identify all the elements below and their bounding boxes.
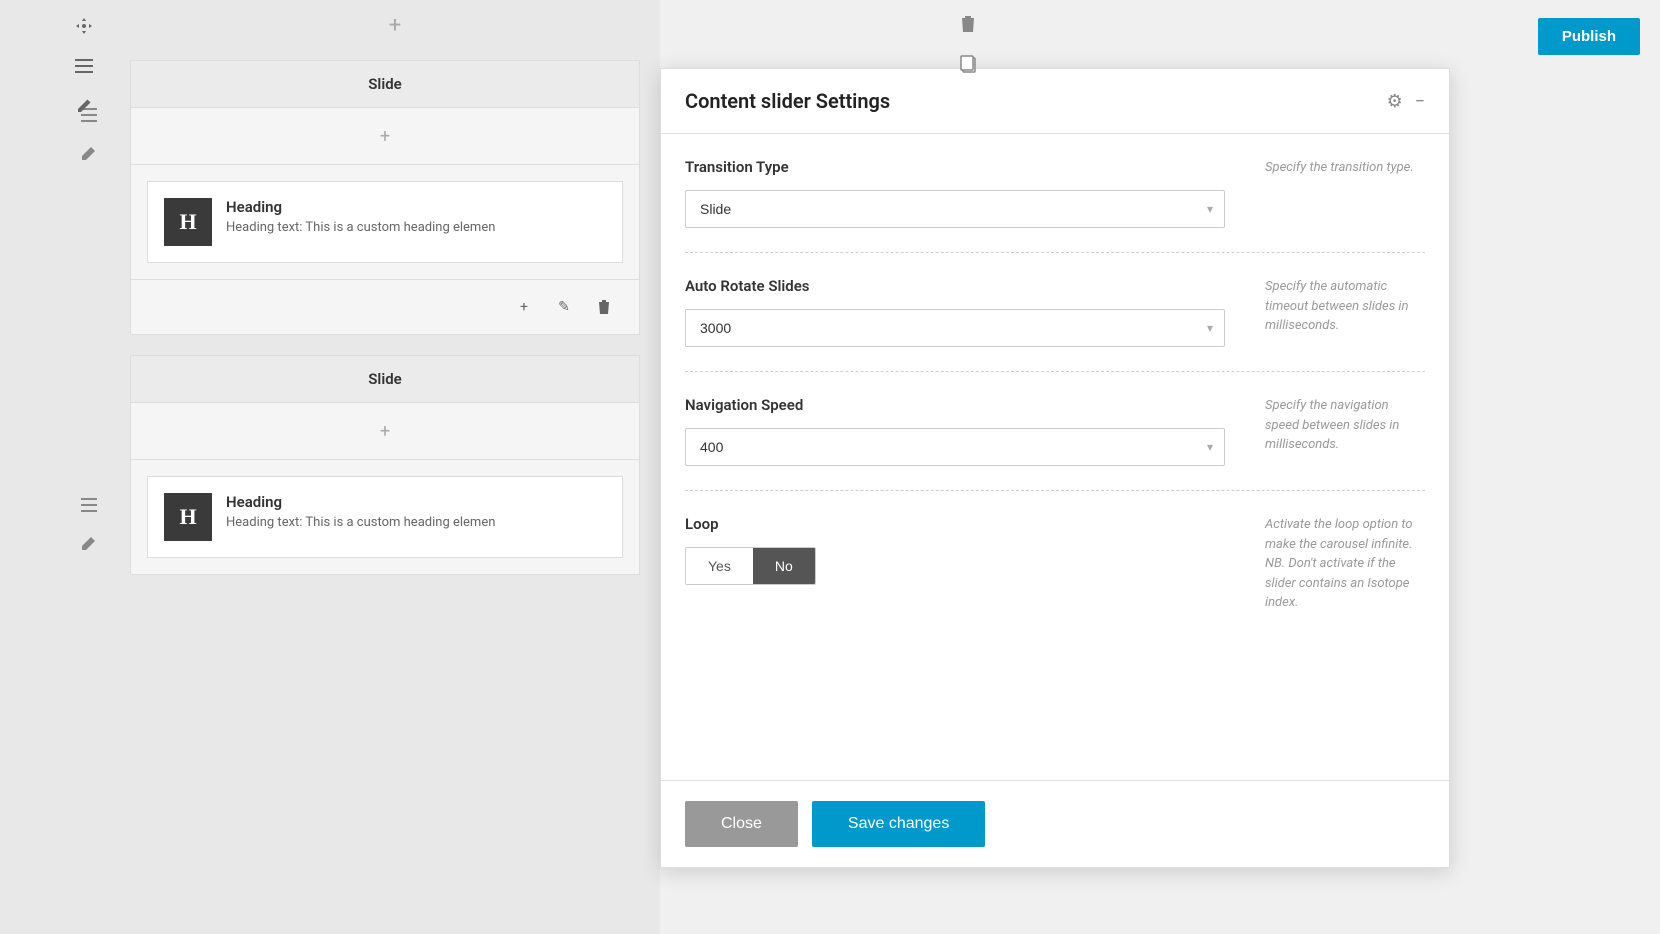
- settings-minimize-icon[interactable]: −: [1415, 91, 1425, 112]
- settings-header-icons: ⚙ −: [1387, 91, 1425, 112]
- slide-1-heading-block: H Heading Heading text: This is a custom…: [147, 181, 623, 263]
- slide-1-add-button[interactable]: +: [369, 120, 401, 152]
- settings-panel: Content slider Settings ⚙ − Transition T…: [660, 68, 1450, 868]
- transition-type-label: Transition Type: [685, 158, 1245, 176]
- close-button[interactable]: Close: [685, 801, 798, 847]
- transition-type-dropdown-wrapper: Slide Fade None ▾: [685, 190, 1225, 228]
- loop-yes-button[interactable]: Yes: [686, 548, 753, 584]
- settings-body: Transition Type Slide Fade None ▾ Specif…: [661, 134, 1449, 780]
- loop-no-button[interactable]: No: [753, 548, 815, 584]
- transition-type-select[interactable]: Slide Fade None: [685, 190, 1225, 228]
- slide-2-heading-subtext: Heading text: This is a custom heading e…: [226, 515, 495, 530]
- loop-left: Loop Yes No: [685, 515, 1245, 585]
- editor-content: Slide + H Heading Heading text: This is …: [110, 0, 660, 934]
- transition-type-hint: Specify the transition type.: [1265, 158, 1425, 178]
- slide-1-edit-side-icon[interactable]: [74, 138, 104, 168]
- trash-icon[interactable]: [950, 6, 986, 42]
- slide-2-heading-title: Heading: [226, 493, 495, 511]
- slide-2-edit-side-icon[interactable]: [74, 528, 104, 558]
- transition-type-left: Transition Type Slide Fade None ▾: [685, 158, 1245, 228]
- copy-icon[interactable]: [950, 46, 986, 82]
- settings-header: Content slider Settings ⚙ −: [661, 69, 1449, 134]
- slide-2-align-icon[interactable]: [74, 490, 104, 520]
- auto-rotate-select[interactable]: 0 1000 2000 3000 5000: [685, 309, 1225, 347]
- settings-footer: Close Save changes: [661, 780, 1449, 867]
- transition-type-section: Transition Type Slide Fade None ▾ Specif…: [685, 134, 1425, 253]
- navigation-speed-hint: Specify the navigation speed between sli…: [1265, 396, 1425, 455]
- auto-rotate-label: Auto Rotate Slides: [685, 277, 1245, 295]
- slide-1-footer: + ✎: [131, 279, 639, 334]
- loop-toggle-group: Yes No: [685, 547, 816, 585]
- slide-block-1: Slide + H Heading Heading text: This is …: [130, 60, 640, 335]
- publish-button[interactable]: Publish: [1538, 18, 1640, 55]
- loop-hint: Activate the loop option to make the car…: [1265, 515, 1425, 613]
- auto-rotate-hint: Specify the automatic timeout between sl…: [1265, 277, 1425, 336]
- loop-section: Loop Yes No Activate the loop option to …: [685, 491, 1425, 637]
- slide-block-2: Slide + H Heading Heading text: This is …: [130, 355, 640, 575]
- heading-1-icon: H: [164, 198, 212, 246]
- slide-2-heading-text: Heading Heading text: This is a custom h…: [226, 493, 495, 530]
- navigation-speed-left: Navigation Speed 200 400 600 800 1000 ▾: [685, 396, 1245, 466]
- slide-2-add-button[interactable]: +: [369, 415, 401, 447]
- slide-2-add-row: +: [131, 403, 639, 460]
- navigation-speed-select[interactable]: 200 400 600 800 1000: [685, 428, 1225, 466]
- edit-icon[interactable]: [68, 90, 100, 122]
- navigation-speed-section: Navigation Speed 200 400 600 800 1000 ▾ …: [685, 372, 1425, 491]
- save-changes-button[interactable]: Save changes: [812, 801, 985, 847]
- navigation-speed-dropdown-wrapper: 200 400 600 800 1000 ▾: [685, 428, 1225, 466]
- loop-label: Loop: [685, 515, 1245, 533]
- settings-gear-icon[interactable]: ⚙: [1387, 91, 1403, 112]
- auto-rotate-left: Auto Rotate Slides 0 1000 2000 3000 5000…: [685, 277, 1245, 347]
- auto-rotate-section: Auto Rotate Slides 0 1000 2000 3000 5000…: [685, 253, 1425, 372]
- settings-title: Content slider Settings: [685, 89, 890, 113]
- slide-1-heading-subtext: Heading text: This is a custom heading e…: [226, 220, 495, 235]
- lines-icon[interactable]: [68, 50, 100, 82]
- slide-1-edit-button[interactable]: ✎: [549, 292, 579, 322]
- add-slide-top-button[interactable]: +: [380, 10, 410, 40]
- slide-1-add-element-button[interactable]: +: [509, 292, 539, 322]
- move-icon[interactable]: [68, 10, 100, 42]
- slide-2-heading-block: H Heading Heading text: This is a custom…: [147, 476, 623, 558]
- slide-1-delete-button[interactable]: [589, 292, 619, 322]
- auto-rotate-dropdown-wrapper: 0 1000 2000 3000 5000 ▾: [685, 309, 1225, 347]
- navigation-speed-label: Navigation Speed: [685, 396, 1245, 414]
- slide-1-header: Slide: [131, 61, 639, 108]
- heading-2-icon: H: [164, 493, 212, 541]
- slide-1-heading-text: Heading Heading text: This is a custom h…: [226, 198, 495, 235]
- slide-1-heading-title: Heading: [226, 198, 495, 216]
- slide-2-header: Slide: [131, 356, 639, 403]
- slide-1-add-row: +: [131, 108, 639, 165]
